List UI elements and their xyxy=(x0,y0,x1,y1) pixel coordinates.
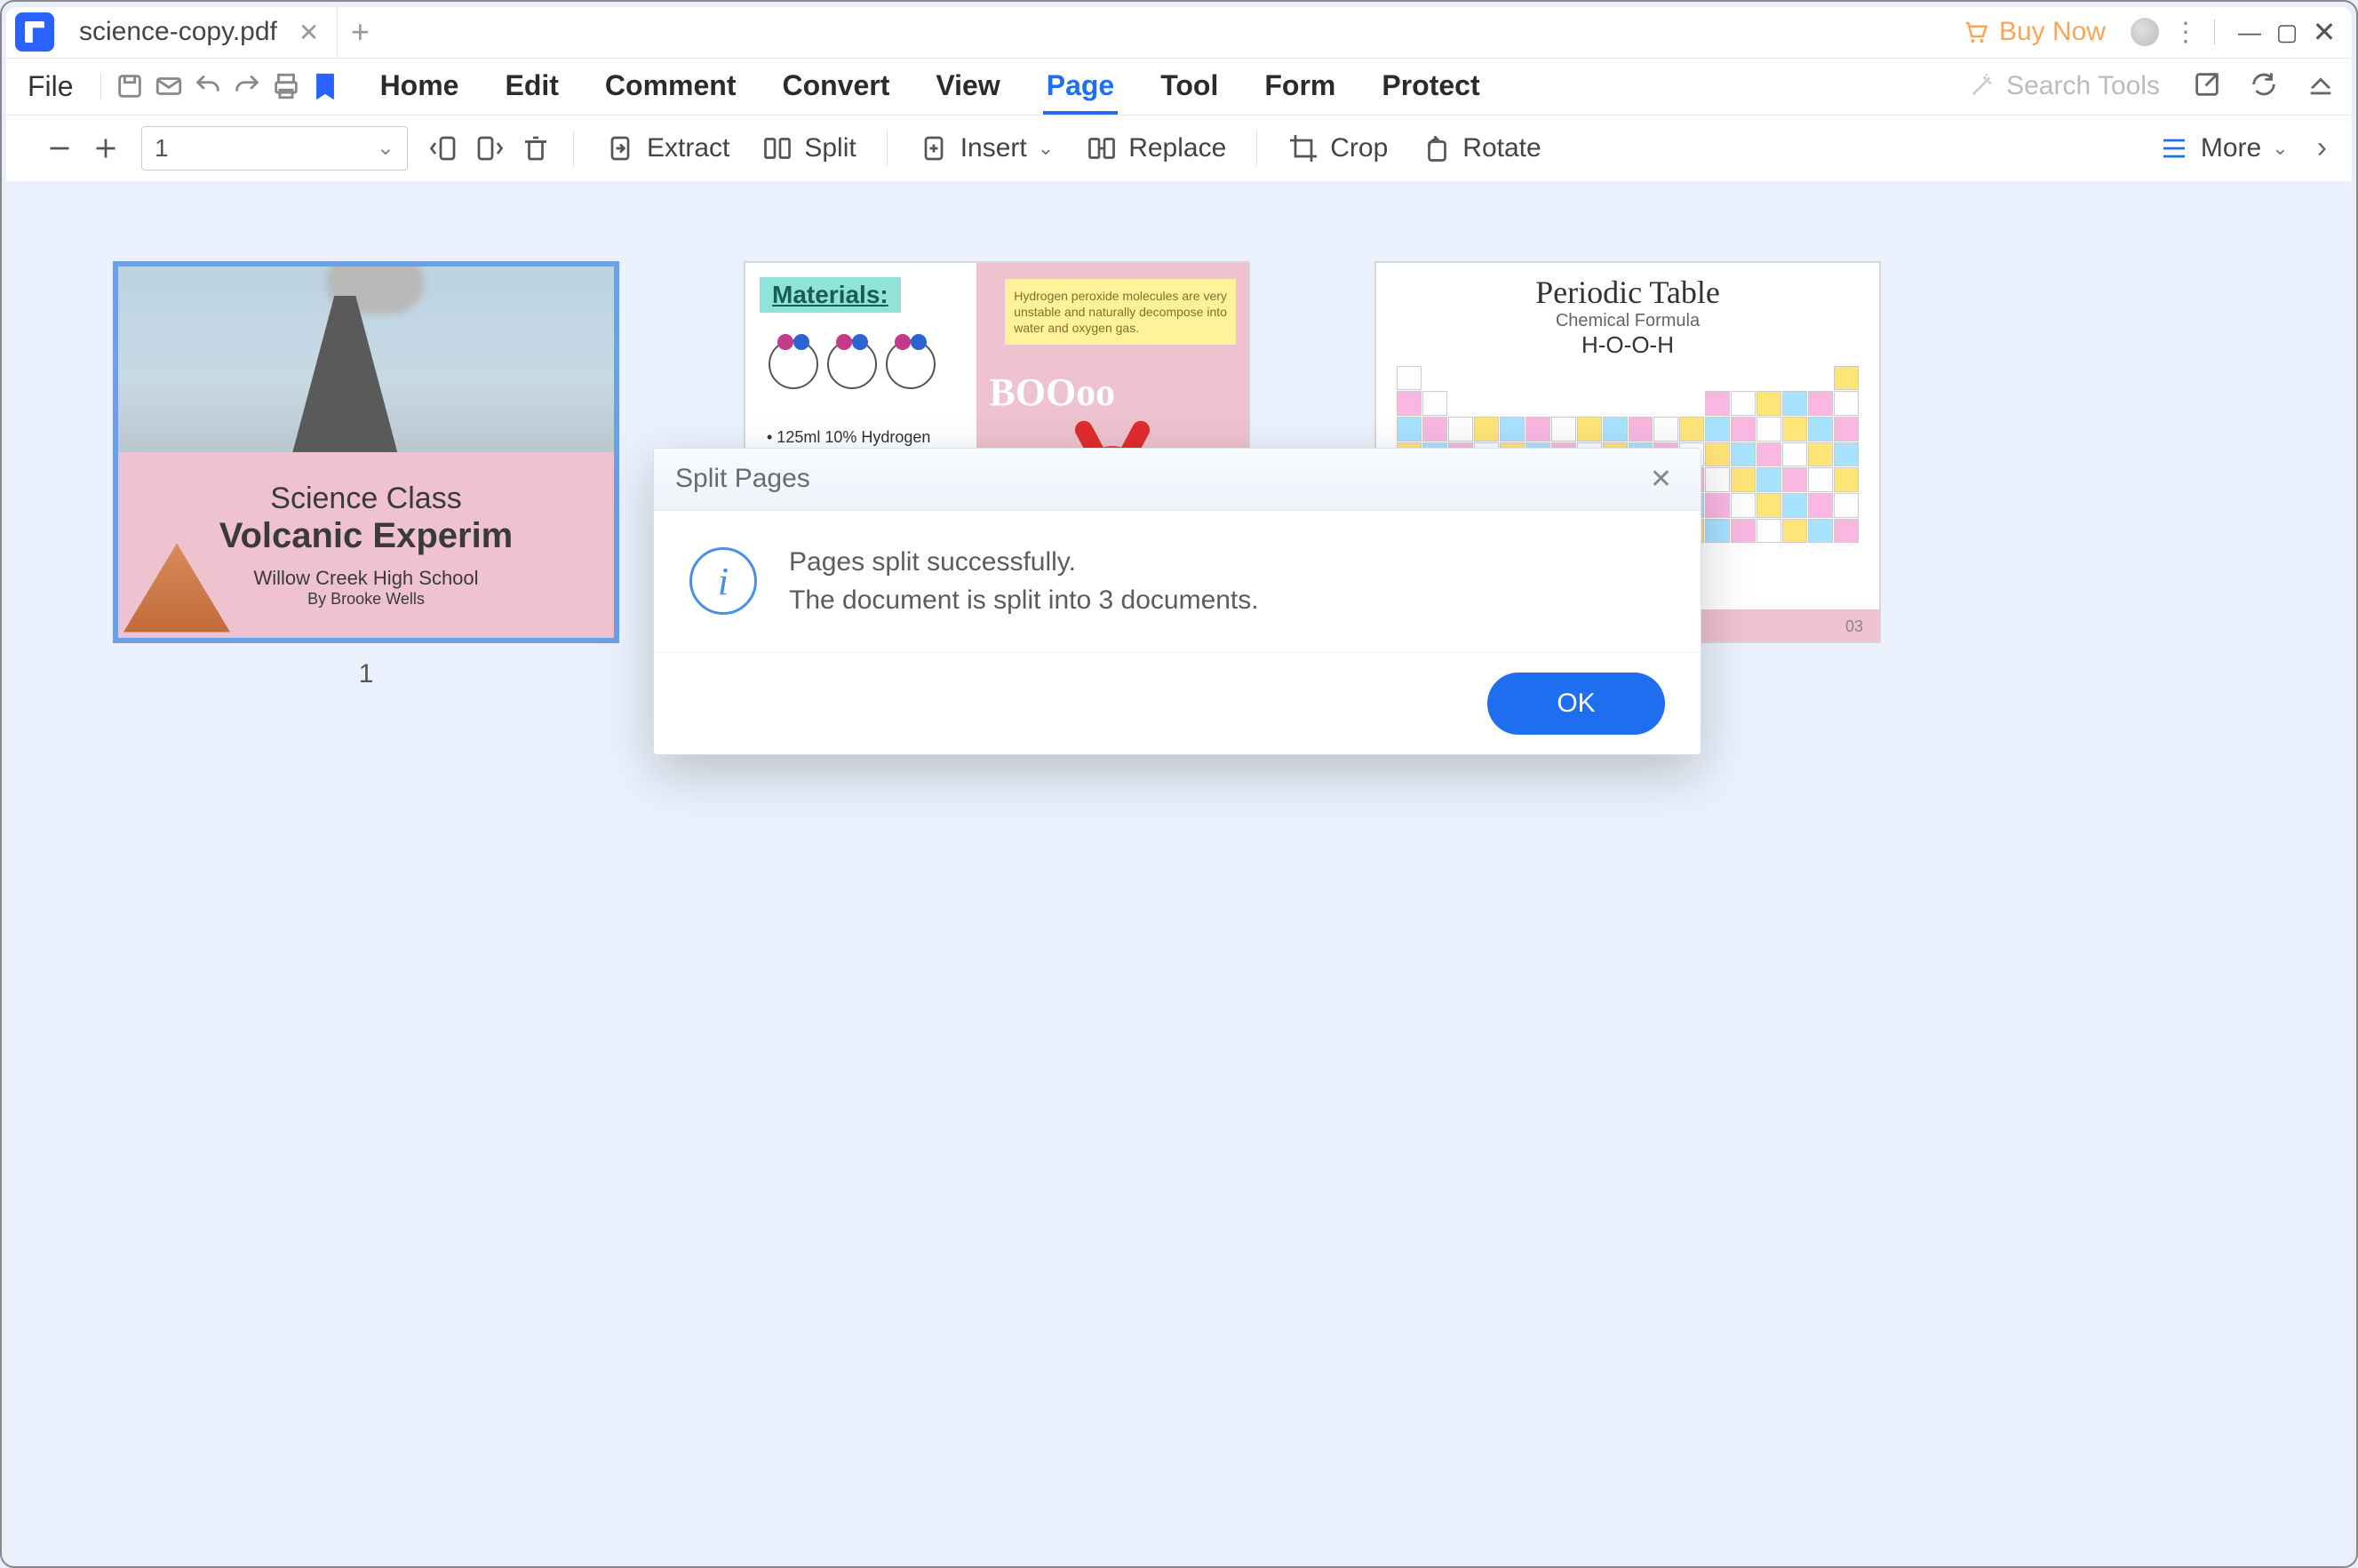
wand-icon xyxy=(1967,72,1996,100)
extract-button[interactable]: Extract xyxy=(588,125,745,171)
dialog-ok-button[interactable]: OK xyxy=(1487,673,1665,735)
page2-boo: BOOoo xyxy=(989,370,1115,415)
collapse-ribbon-icon[interactable] xyxy=(2306,69,2336,104)
insert-label: Insert xyxy=(960,133,1027,163)
print-icon[interactable] xyxy=(267,67,306,106)
dialog-line1: Pages split successfully. xyxy=(789,543,1259,582)
more-label: More xyxy=(2201,133,2261,163)
buy-now-label: Buy Now xyxy=(1999,17,2106,47)
menu-tab-home[interactable]: Home xyxy=(377,59,463,115)
page1-line2: Volcanic Experim xyxy=(219,516,514,556)
menu-tab-view[interactable]: View xyxy=(932,59,1003,115)
rotate-button[interactable]: Rotate xyxy=(1404,125,1557,171)
document-tab[interactable]: science-copy.pdf ✕ xyxy=(63,7,338,58)
window-close-button[interactable]: ✕ xyxy=(2306,15,2343,49)
search-tools[interactable]: Search Tools xyxy=(1967,71,2160,101)
close-tab-icon[interactable]: ✕ xyxy=(299,18,319,47)
undo-icon[interactable] xyxy=(188,67,227,106)
titlebar: science-copy.pdf ✕ + Buy Now ⋮ — ▢ ✕ xyxy=(6,7,2352,59)
page1-line3: Willow Creek High School xyxy=(253,567,478,590)
page-toolbar: 1 ⌄ Extract Split Insert ⌄ Replac xyxy=(6,115,2352,181)
chevron-down-icon: ⌄ xyxy=(2272,137,2288,160)
extract-label: Extract xyxy=(647,133,729,163)
split-pages-dialog: Split Pages ✕ i Pages split successfully… xyxy=(653,448,1701,755)
page3-num: 03 xyxy=(1845,617,1863,636)
zoom-out-button[interactable] xyxy=(36,125,83,171)
sync-icon[interactable] xyxy=(2249,69,2279,104)
page1-line1: Science Class xyxy=(270,482,461,516)
menubar: File Home Edit Comment Convert View Page… xyxy=(6,59,2352,115)
replace-label: Replace xyxy=(1128,133,1226,163)
page-number-value: 1 xyxy=(155,134,169,163)
page3-formula: H-O-O-H xyxy=(1581,331,1674,359)
page-number-selector[interactable]: 1 ⌄ xyxy=(141,126,408,171)
split-label: Split xyxy=(804,133,856,163)
bookmark-dropdown-icon[interactable] xyxy=(306,67,345,106)
insert-right-icon[interactable] xyxy=(466,125,513,171)
zoom-in-button[interactable] xyxy=(83,125,129,171)
insert-left-icon[interactable] xyxy=(420,125,466,171)
page3-title: Periodic Table xyxy=(1535,274,1720,311)
window-maximize-button[interactable]: ▢ xyxy=(2268,19,2306,46)
more-button[interactable]: More ⌄ xyxy=(2142,125,2305,171)
menu-tab-edit[interactable]: Edit xyxy=(501,59,562,115)
app-window: science-copy.pdf ✕ + Buy Now ⋮ — ▢ ✕ Fil… xyxy=(6,7,2352,1562)
dialog-title: Split Pages xyxy=(675,464,810,494)
search-tools-placeholder: Search Tools xyxy=(2006,71,2160,101)
sticky-note: Hydrogen peroxide molecules are very uns… xyxy=(1005,279,1236,346)
page3-sub: Chemical Formula xyxy=(1556,311,1700,331)
new-tab-button[interactable]: + xyxy=(338,13,382,51)
page-thumb-1-col: Science Class Volcanic Experim Willow Cr… xyxy=(113,261,619,689)
crop-button[interactable]: Crop xyxy=(1271,125,1404,171)
user-avatar[interactable] xyxy=(2131,18,2159,46)
kebab-menu-icon[interactable]: ⋮ xyxy=(2171,17,2198,48)
share-icon[interactable] xyxy=(2192,69,2222,104)
menu-tab-protect[interactable]: Protect xyxy=(1378,59,1483,115)
info-icon: i xyxy=(689,547,757,615)
page2-materials: Materials: xyxy=(760,277,901,313)
mail-icon[interactable] xyxy=(149,67,188,106)
split-button[interactable]: Split xyxy=(745,125,872,171)
buy-now-button[interactable]: Buy Now xyxy=(1948,17,2118,47)
dialog-ok-label: OK xyxy=(1557,688,1595,719)
chevron-down-icon: ⌄ xyxy=(1038,137,1054,160)
atoms-illustration xyxy=(769,339,962,389)
crop-label: Crop xyxy=(1330,133,1388,163)
page-thumb-1-label: 1 xyxy=(359,659,374,689)
page-thumb-1[interactable]: Science Class Volcanic Experim Willow Cr… xyxy=(113,261,619,643)
menu-file[interactable]: File xyxy=(28,70,92,103)
menu-tab-page[interactable]: Page xyxy=(1043,59,1118,115)
replace-button[interactable]: Replace xyxy=(1070,125,1242,171)
app-logo-icon xyxy=(15,12,54,52)
menu-tabs: Home Edit Comment Convert View Page Tool… xyxy=(377,59,1484,115)
window-minimize-button[interactable]: — xyxy=(2231,19,2268,46)
cart-icon xyxy=(1960,19,1990,45)
dialog-message: Pages split successfully. The document i… xyxy=(789,543,1259,620)
delete-page-icon[interactable] xyxy=(513,125,559,171)
menu-tab-form[interactable]: Form xyxy=(1261,59,1339,115)
insert-button[interactable]: Insert ⌄ xyxy=(902,125,1070,171)
chevron-down-icon: ⌄ xyxy=(377,135,394,161)
toolbar-overflow-icon[interactable]: › xyxy=(2305,131,2336,165)
document-tab-label: science-copy.pdf xyxy=(79,17,277,47)
dialog-close-button[interactable]: ✕ xyxy=(1643,460,1679,498)
redo-icon[interactable] xyxy=(227,67,267,106)
menu-tab-comment[interactable]: Comment xyxy=(601,59,740,115)
page-thumbnails-area: Science Class Volcanic Experim Willow Cr… xyxy=(6,181,2352,1562)
dialog-line2: The document is split into 3 documents. xyxy=(789,581,1259,620)
menu-tab-tool[interactable]: Tool xyxy=(1157,59,1222,115)
rotate-label: Rotate xyxy=(1462,133,1541,163)
menu-tab-convert[interactable]: Convert xyxy=(778,59,893,115)
save-icon[interactable] xyxy=(110,67,149,106)
page1-line4: By Brooke Wells xyxy=(307,590,425,609)
